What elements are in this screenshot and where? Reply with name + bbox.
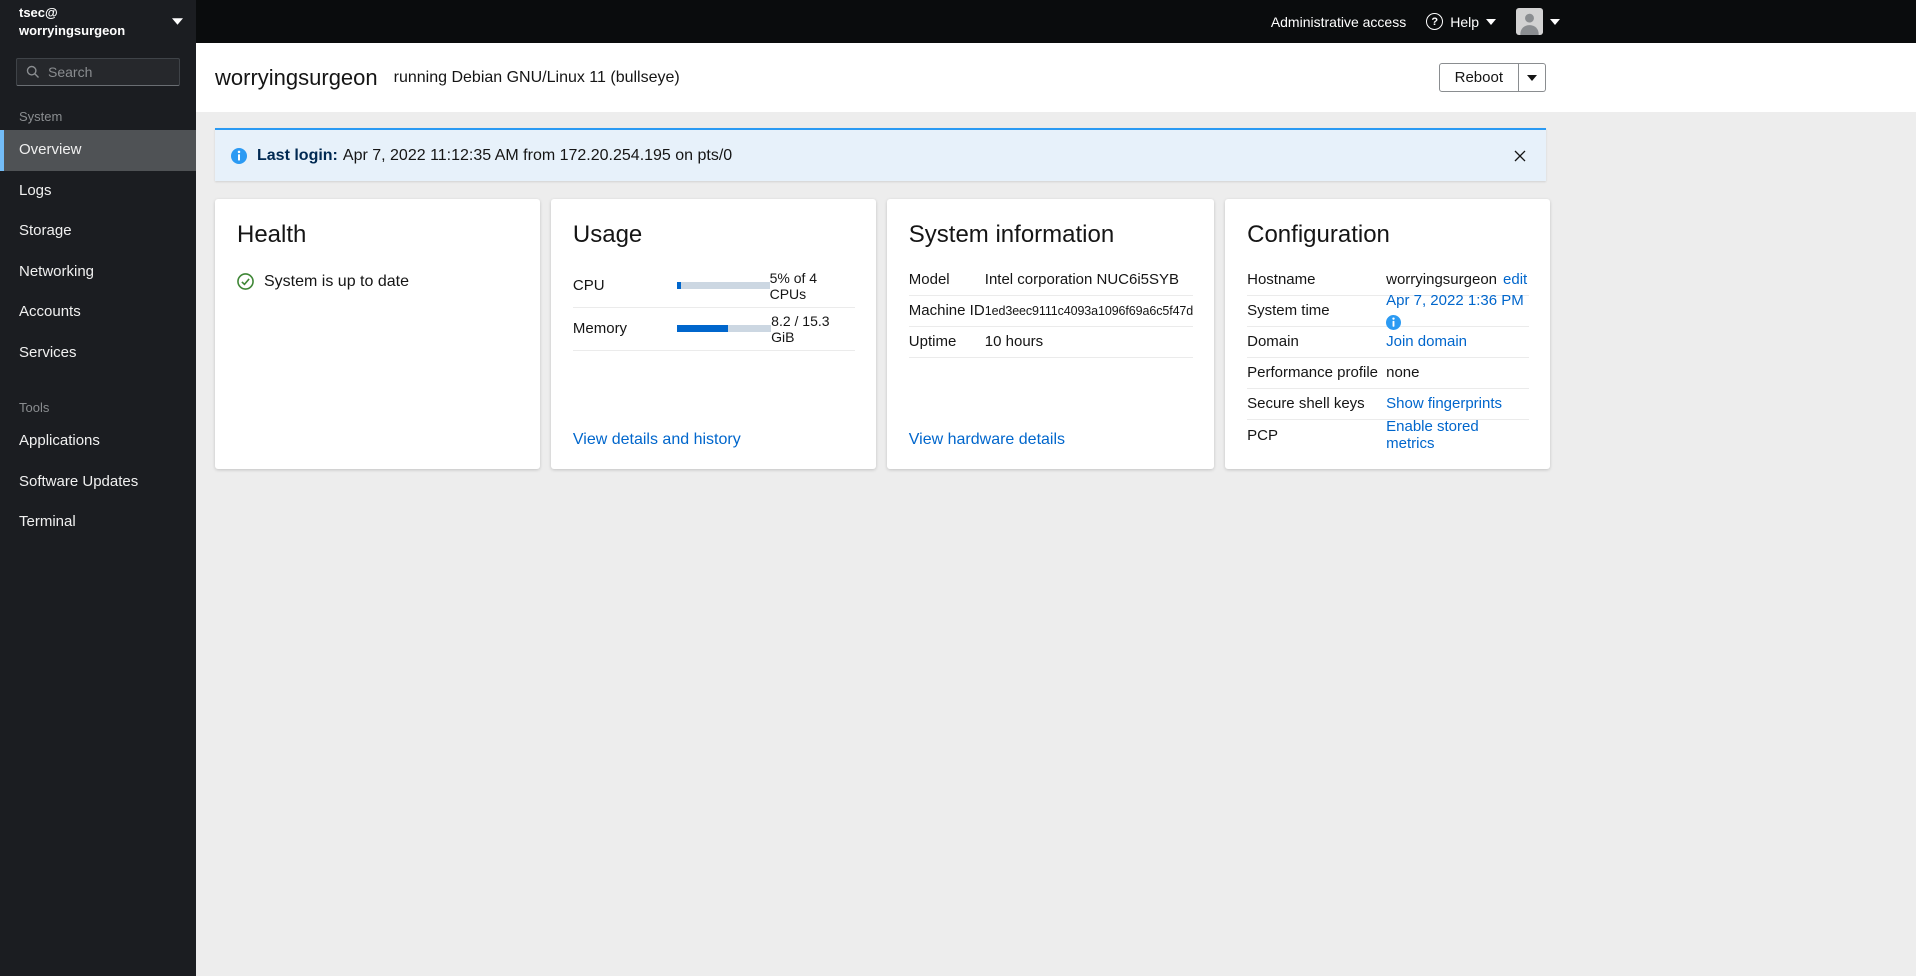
- sidebar-item-applications[interactable]: Applications: [0, 421, 196, 462]
- page-header: worryingsurgeon running Debian GNU/Linux…: [196, 43, 1916, 112]
- memory-progress-bar: [677, 325, 772, 333]
- nav-group-tools: Tools Applications Software Updates Term…: [0, 387, 196, 543]
- memory-label: Memory: [572, 320, 628, 338]
- chevron-down-icon: [1527, 74, 1537, 81]
- reboot-dropdown-toggle[interactable]: [1519, 63, 1546, 92]
- sidebar-item-overview[interactable]: Overview: [0, 130, 196, 171]
- user-menu[interactable]: [1516, 8, 1560, 35]
- chevron-down-icon: [1550, 18, 1560, 25]
- table-row: Machine ID 1ed3eec9111c4093a1096f69a6c5f…: [908, 296, 1193, 327]
- close-icon[interactable]: [1510, 146, 1530, 166]
- table-row: Model Intel corporation NUC6i5SYB: [908, 265, 1194, 296]
- cpu-value: 5% of 4 CPUs: [769, 269, 818, 302]
- health-status-text: System is up to date: [264, 272, 409, 290]
- table-row: System time Apr 7, 2022 1:36 PM: [1247, 292, 1530, 330]
- system-information-card: System information Model Intel corporati…: [886, 199, 1215, 469]
- usage-card: Usage CPU 5% of 4 CPUs Memory 8.2 / 15.3…: [550, 199, 876, 469]
- os-release-text: running Debian GNU/Linux 11 (bullseye): [393, 68, 680, 86]
- chevron-down-icon: [172, 18, 183, 25]
- help-menu[interactable]: Help: [1426, 13, 1496, 30]
- enable-stored-metrics-link[interactable]: Enable stored metrics: [1386, 418, 1529, 452]
- table-row: Performance profile none: [1247, 358, 1530, 389]
- cpu-label: CPU: [572, 277, 605, 295]
- brand-host: worryingsurgeon: [19, 22, 126, 38]
- memory-usage-row: Memory 8.2 / 15.3 GiB: [572, 308, 855, 351]
- sidebar-item-software-updates[interactable]: Software Updates: [0, 462, 196, 503]
- sidebar-item-logs[interactable]: Logs: [0, 171, 196, 212]
- cpu-usage-row: CPU 5% of 4 CPUs: [572, 265, 855, 308]
- view-details-history-link[interactable]: View details and history: [573, 431, 855, 449]
- info-icon: [231, 147, 247, 164]
- nav-group-system: System Overview Logs Storage Networking …: [0, 96, 196, 373]
- administrative-access-button[interactable]: Administrative access: [1271, 14, 1406, 30]
- table-row: PCP Enable stored metrics: [1247, 418, 1529, 452]
- help-icon: [1426, 13, 1444, 30]
- sidebar-item-accounts[interactable]: Accounts: [0, 292, 196, 333]
- performance-profile-value: none: [1386, 364, 1420, 382]
- overview-cards: Health System is up to date Usage CPU 5%…: [215, 199, 1551, 469]
- masthead-tools: Administrative access Help: [1271, 0, 1916, 43]
- alert-title: Last login:: [257, 146, 338, 164]
- card-title: Usage: [572, 221, 643, 248]
- view-hardware-details-link[interactable]: View hardware details: [909, 431, 1193, 449]
- table-row: Domain Join domain: [1247, 327, 1530, 358]
- health-card: Health System is up to date: [215, 199, 540, 469]
- masthead: tsec@ worryingsurgeon Administrative acc…: [0, 0, 1916, 43]
- card-title: Health: [237, 221, 307, 248]
- page-title: worryingsurgeon: [215, 64, 378, 90]
- search-icon: [26, 65, 40, 84]
- card-title: Configuration: [1247, 221, 1390, 248]
- search-input[interactable]: [16, 58, 180, 86]
- main-content: worryingsurgeon running Debian GNU/Linux…: [196, 43, 1916, 976]
- sidebar-item-terminal[interactable]: Terminal: [0, 502, 196, 543]
- alert-message: Apr 7, 2022 11:12:35 AM from 172.20.254.…: [342, 146, 733, 164]
- last-login-alert: Last login: Apr 7, 2022 11:12:35 AM from…: [215, 128, 1546, 181]
- nav-group-label: Tools: [19, 400, 50, 415]
- system-time-link[interactable]: Apr 7, 2022 1:36 PM: [1386, 292, 1524, 309]
- sidebar-item-networking[interactable]: Networking: [0, 252, 196, 293]
- memory-value: 8.2 / 15.3 GiB: [771, 312, 830, 345]
- avatar: [1516, 8, 1543, 35]
- show-fingerprints-link[interactable]: Show fingerprints: [1386, 395, 1502, 412]
- sidebar-item-services[interactable]: Services: [0, 333, 196, 374]
- brand-user: tsec@: [19, 4, 58, 20]
- card-title: System information: [908, 221, 1115, 248]
- cpu-progress-bar: [676, 282, 770, 290]
- host-switcher[interactable]: tsec@ worryingsurgeon: [0, 0, 196, 43]
- edit-hostname-link[interactable]: edit: [1503, 271, 1527, 288]
- check-circle-icon: [237, 273, 254, 291]
- sidebar-item-storage[interactable]: Storage: [0, 211, 196, 252]
- help-label: Help: [1450, 13, 1479, 30]
- hostname-value: worryingsurgeon: [1386, 271, 1498, 289]
- sidebar: System Overview Logs Storage Networking …: [0, 43, 196, 976]
- reboot-split-button: Reboot: [1438, 63, 1546, 92]
- configuration-card: Configuration Hostname worryingsurgeon e…: [1225, 199, 1551, 469]
- nav-group-label: System: [19, 109, 63, 124]
- chevron-down-icon: [1486, 18, 1496, 25]
- join-domain-link[interactable]: Join domain: [1386, 333, 1467, 350]
- reboot-button[interactable]: Reboot: [1438, 63, 1519, 92]
- table-row: Secure shell keys Show fingerprints: [1247, 389, 1530, 420]
- table-row: Uptime 10 hours: [908, 327, 1194, 358]
